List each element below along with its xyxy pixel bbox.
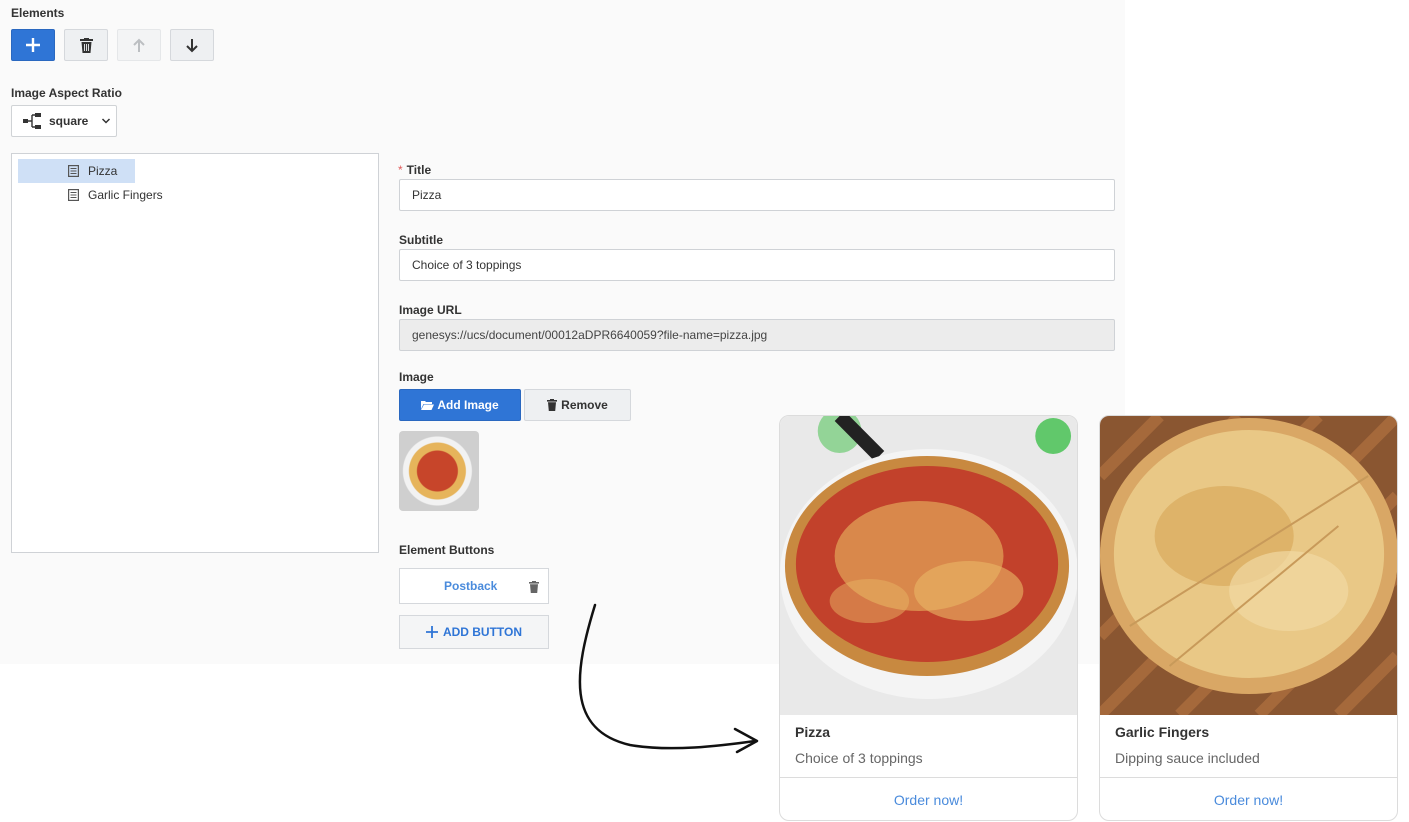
add-element-button[interactable] xyxy=(11,29,55,61)
card-subtitle: Choice of 3 toppings xyxy=(795,750,923,766)
folder-open-icon xyxy=(421,401,435,410)
card-title: Garlic Fingers xyxy=(1115,724,1210,740)
trash-icon xyxy=(547,399,558,411)
aspect-ratio-value: square xyxy=(49,114,89,128)
card-image xyxy=(1100,416,1397,715)
image-label: Image xyxy=(399,370,434,384)
element-tree: Pizza Garlic Fingers xyxy=(11,153,379,553)
elements-label: Elements xyxy=(11,6,65,20)
move-up-button[interactable] xyxy=(117,29,161,61)
remove-image-button[interactable]: Remove xyxy=(524,389,631,421)
title-label: * Title xyxy=(398,163,432,177)
preview-card-pizza: Pizza Choice of 3 toppings Order now! xyxy=(779,415,1078,821)
delete-element-button[interactable] xyxy=(64,29,108,61)
order-now-button[interactable]: Order now! xyxy=(1100,778,1397,820)
remove-label: Remove xyxy=(561,398,608,412)
subtitle-value: Choice of 3 toppings xyxy=(412,258,522,272)
title-value: Pizza xyxy=(412,188,442,202)
card-subtitle: Dipping sauce included xyxy=(1115,750,1260,766)
element-button-row[interactable]: Postback xyxy=(399,568,549,604)
element-button-label: Postback xyxy=(444,579,498,593)
add-image-label: Add Image xyxy=(437,398,499,412)
tree-item-label: Garlic Fingers xyxy=(88,188,163,202)
order-now-button[interactable]: Order now! xyxy=(780,778,1077,820)
arrow-down-icon xyxy=(186,38,198,52)
chevron-down-icon xyxy=(102,118,111,124)
trash-icon xyxy=(79,37,93,53)
plus-icon xyxy=(425,626,438,638)
arrow-up-icon xyxy=(133,38,145,52)
hierarchy-icon xyxy=(23,113,41,129)
tree-item-label: Pizza xyxy=(88,164,118,178)
preview-card-garlic-fingers: Garlic Fingers Dipping sauce included Or… xyxy=(1099,415,1398,821)
required-marker: * xyxy=(398,163,403,177)
image-url-label: Image URL xyxy=(399,303,462,317)
title-input[interactable]: Pizza xyxy=(399,179,1115,211)
tree-item-pizza[interactable]: Pizza xyxy=(18,159,135,183)
tree-item-garlic-fingers[interactable]: Garlic Fingers xyxy=(18,183,188,207)
image-url-input[interactable]: genesys://ucs/document/00012aDPR6640059?… xyxy=(399,319,1115,351)
aspect-ratio-select[interactable]: square xyxy=(11,105,117,137)
card-image xyxy=(780,416,1077,715)
subtitle-input[interactable]: Choice of 3 toppings xyxy=(399,249,1115,281)
move-down-button[interactable] xyxy=(170,29,214,61)
element-buttons-label: Element Buttons xyxy=(399,543,495,557)
subtitle-label: Subtitle xyxy=(399,233,443,247)
document-icon xyxy=(68,189,79,201)
image-thumbnail xyxy=(399,431,479,511)
plus-icon xyxy=(26,38,40,52)
add-image-button[interactable]: Add Image xyxy=(399,389,521,421)
document-icon xyxy=(68,165,79,177)
aspect-ratio-label: Image Aspect Ratio xyxy=(11,86,122,100)
add-button-label: ADD BUTTON xyxy=(442,625,523,639)
add-button-button[interactable]: ADD BUTTON xyxy=(399,615,549,649)
image-url-value: genesys://ucs/document/00012aDPR6640059?… xyxy=(412,328,768,342)
curved-arrow-icon xyxy=(578,603,759,754)
trash-icon[interactable] xyxy=(529,581,539,593)
card-title: Pizza xyxy=(795,724,831,740)
